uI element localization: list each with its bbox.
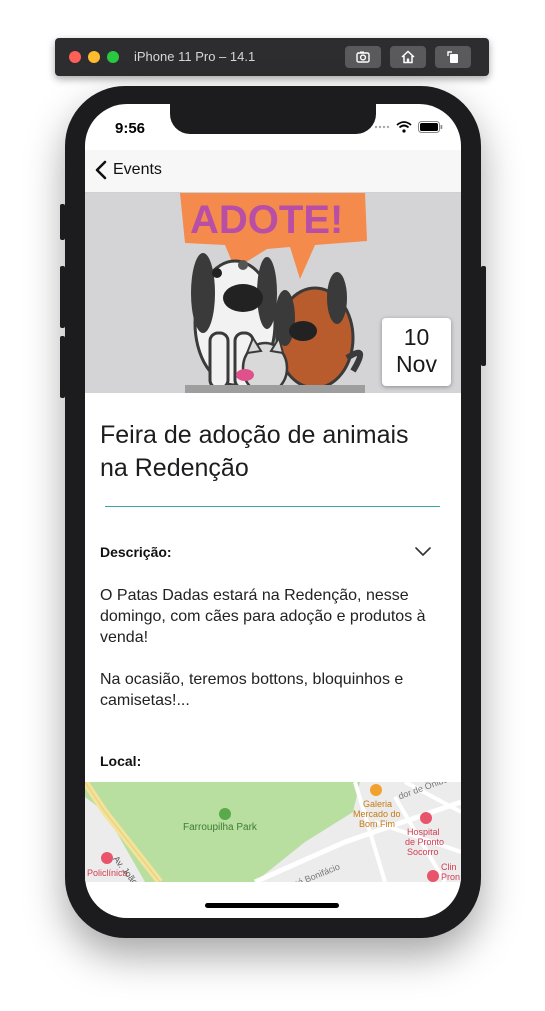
zoom-window-button[interactable]	[107, 51, 119, 63]
event-date-badge: 10 Nov	[382, 318, 451, 386]
chevron-left-icon	[95, 160, 107, 180]
battery-icon	[418, 121, 443, 133]
home-button[interactable]	[390, 46, 426, 68]
map-poi-mercado: Mercado do	[353, 809, 401, 819]
back-button[interactable]: Events	[95, 160, 162, 180]
status-time: 9:56	[115, 120, 146, 137]
description-label: Descrição:	[100, 544, 172, 560]
home-indicator[interactable]	[205, 903, 339, 908]
screen: 9:56 Events ADOTE! 10 Nov Feira de adoçã…	[85, 104, 461, 918]
map-poi-pronto-2: Pron	[441, 872, 461, 882]
map-poi-clinica: Clin	[441, 862, 457, 872]
expand-description-button[interactable]	[415, 544, 431, 562]
volume-down-button	[60, 336, 65, 398]
notch	[170, 104, 376, 134]
mute-switch	[60, 204, 65, 240]
adopt-banner-text: ADOTE!	[190, 198, 343, 242]
minimize-window-button[interactable]	[88, 51, 100, 63]
chevron-down-icon	[415, 547, 431, 556]
map-poi-hospital: Hospital	[407, 827, 440, 837]
event-date-month: Nov	[396, 351, 437, 377]
map-poi-bomfim: Bom Fim	[359, 819, 395, 829]
map-poi-socorro: Socorro	[407, 847, 439, 857]
map-poi-pronto: de Pronto	[405, 837, 445, 847]
title-divider	[105, 506, 440, 507]
simulator-title: iPhone 11 Pro – 14.1	[134, 49, 256, 64]
map-park-label: Farroupilha Park	[183, 822, 257, 833]
close-window-button[interactable]	[69, 51, 81, 63]
screenshot-button[interactable]	[345, 46, 381, 68]
simulator-toolbar: iPhone 11 Pro – 14.1	[55, 38, 489, 76]
event-description: O Patas Dadas estará na Redenção, nesse …	[100, 587, 426, 709]
navigation-bar: Events	[85, 150, 461, 193]
camera-icon	[356, 51, 370, 63]
map-poi-galeria: Galeria	[363, 799, 393, 809]
back-label: Events	[113, 161, 162, 178]
signal-icon	[374, 125, 390, 129]
volume-up-button	[60, 266, 65, 328]
event-image: ADOTE! 10 Nov	[85, 193, 461, 393]
status-icons	[374, 121, 443, 133]
event-title: Feira de adoção de animais na Redenção	[100, 421, 409, 482]
rotate-button[interactable]	[435, 46, 471, 68]
location-map[interactable]: Farroupilha Park Galeria Mercado do Bom …	[85, 782, 461, 882]
location-label: Local:	[100, 753, 142, 769]
wifi-icon	[396, 121, 412, 133]
rotate-icon	[447, 51, 458, 63]
power-button	[481, 266, 486, 366]
iphone-frame: 9:56 Events ADOTE! 10 Nov Feira de adoçã…	[60, 86, 486, 938]
home-icon	[401, 50, 415, 64]
event-date-day: 10	[403, 324, 430, 350]
